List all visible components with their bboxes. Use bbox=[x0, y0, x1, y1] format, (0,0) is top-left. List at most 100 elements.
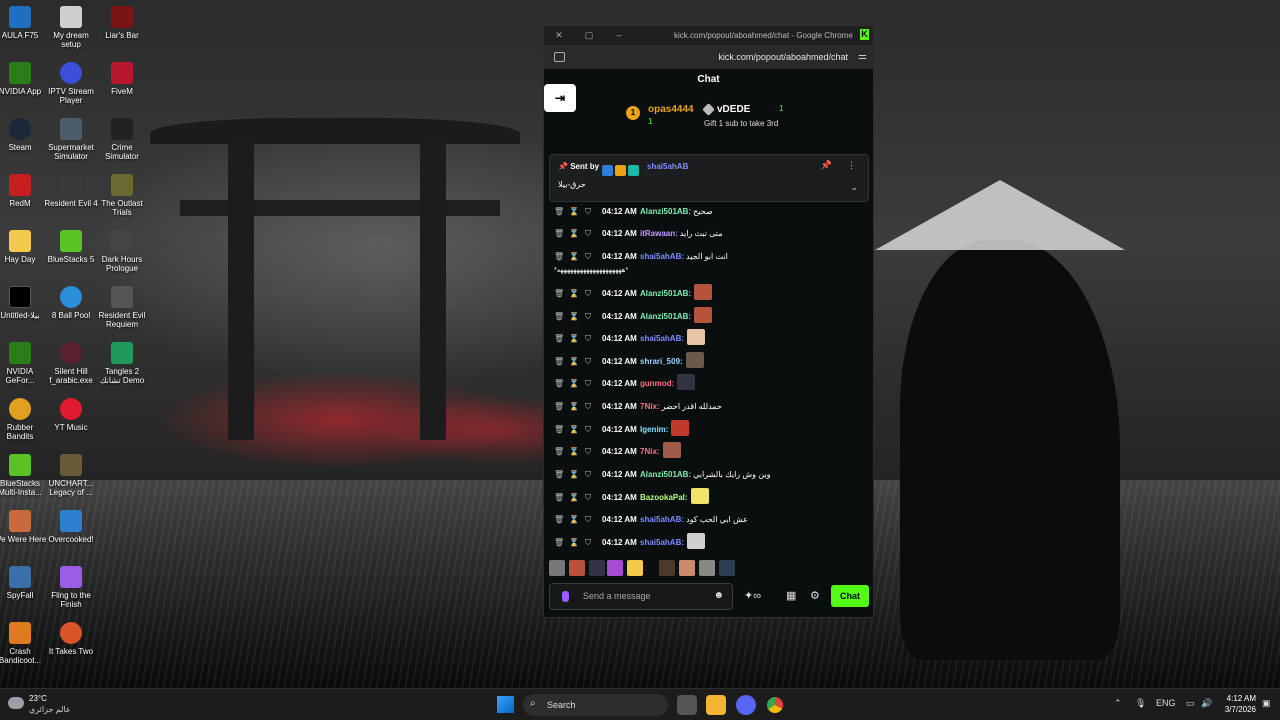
emote-icon[interactable] bbox=[687, 533, 706, 549]
timeout-icon[interactable]: ⌛ bbox=[569, 202, 579, 222]
gift-icon[interactable]: ▦ bbox=[786, 589, 796, 602]
ban-icon[interactable]: ⛉ bbox=[585, 465, 591, 485]
emoji-icon[interactable]: ☻ bbox=[713, 590, 724, 601]
message-composer[interactable]: Send a message ☻ bbox=[549, 583, 733, 610]
ban-icon[interactable]: ⛉ bbox=[585, 352, 591, 372]
desktop-icon[interactable]: Resident Evil 4 bbox=[44, 174, 98, 208]
chat-message[interactable]: 🗑 ⌛ ⛉ 04:12 AM BazookaPal: bbox=[552, 488, 870, 508]
chat-message[interactable]: 🗑 ⌛ ⛉ 04:12 AM shai5ahAB: bbox=[552, 329, 870, 349]
emote-icon[interactable] bbox=[549, 560, 565, 576]
emote-icon[interactable] bbox=[690, 488, 709, 504]
desktop-icon[interactable]: Fling to the Finish bbox=[44, 566, 98, 609]
timeout-icon[interactable]: ⌛ bbox=[569, 442, 579, 462]
delete-icon[interactable]: 🗑 bbox=[554, 307, 564, 327]
message-input[interactable]: Send a message bbox=[583, 591, 651, 601]
desktop-icon[interactable]: Dark Hours Prologue bbox=[95, 230, 149, 273]
desktop-icon[interactable]: My dream setup bbox=[44, 6, 98, 49]
desktop-icon[interactable]: 8 Ball Pool bbox=[44, 286, 98, 320]
kicks-icon[interactable]: ✦∞ bbox=[744, 589, 761, 602]
timeout-icon[interactable]: ⌛ bbox=[569, 247, 579, 267]
emote-icon[interactable] bbox=[589, 560, 605, 576]
desktop-icon[interactable]: Overcooked! bbox=[44, 510, 98, 544]
message-username[interactable]: Alanzi501AB: bbox=[640, 289, 691, 298]
weather-location[interactable]: عالم جزائري bbox=[29, 705, 71, 714]
ban-icon[interactable]: ⛉ bbox=[585, 510, 591, 530]
desktop-icon[interactable]: RedM bbox=[0, 174, 47, 208]
pinned-sender[interactable]: shai5ahAB bbox=[647, 162, 688, 171]
desktop-icon[interactable]: FiveM bbox=[95, 62, 149, 96]
delete-icon[interactable]: 🗑 bbox=[554, 284, 564, 304]
delete-icon[interactable]: 🗑 bbox=[554, 202, 564, 222]
chat-message[interactable]: 🗑 ⌛ ⛉ 04:12 AM itRawaan: متى تبث رايد bbox=[552, 224, 870, 244]
emote-icon[interactable] bbox=[671, 420, 690, 436]
site-info-icon[interactable] bbox=[554, 52, 565, 62]
timeout-icon[interactable]: ⌛ bbox=[569, 224, 579, 244]
chat-message[interactable]: 🗑 ⌛ ⛉ 04:12 AM Alanzi501AB: وين وش رايك بالشر… bbox=[552, 465, 870, 485]
discord-icon[interactable] bbox=[736, 695, 756, 715]
desktop-icon[interactable]: UNCHART... Legacy of ... bbox=[44, 454, 98, 497]
delete-icon[interactable]: 🗑 bbox=[554, 224, 564, 244]
ban-icon[interactable]: ⛉ bbox=[585, 329, 591, 349]
desktop-icon[interactable]: Resident Evil Requiem bbox=[95, 286, 149, 329]
timeout-icon[interactable]: ⌛ bbox=[569, 397, 579, 417]
timeout-icon[interactable]: ⌛ bbox=[569, 488, 579, 508]
emote-icon[interactable] bbox=[694, 307, 713, 323]
desktop-icon[interactable]: We Were Here bbox=[0, 510, 47, 544]
weather-temperature[interactable]: 23°C bbox=[29, 694, 47, 703]
desktop-icon[interactable]: It Takes Two bbox=[44, 622, 98, 656]
delete-icon[interactable]: 🗑 bbox=[554, 397, 564, 417]
message-username[interactable]: shai5ahAB: bbox=[640, 515, 684, 524]
emote-icon[interactable] bbox=[694, 284, 713, 300]
desktop-icon[interactable]: Silent Hill f_arabic.exe bbox=[44, 342, 98, 385]
chevron-up-icon[interactable]: ⌃ bbox=[1114, 698, 1122, 709]
emote-icon[interactable] bbox=[627, 560, 643, 576]
taskbar-search[interactable]: ⌕ Search bbox=[523, 694, 668, 716]
desktop-icon[interactable]: Crash Bandicoot... bbox=[0, 622, 47, 665]
desktop-icon[interactable]: Hay Day bbox=[0, 230, 47, 264]
desktop-icon[interactable]: AULA F75 bbox=[0, 6, 47, 40]
desktop-icon[interactable]: NVIDIA GeFor... bbox=[0, 342, 47, 385]
windows-start-icon[interactable] bbox=[497, 696, 514, 713]
delete-icon[interactable]: 🗑 bbox=[554, 352, 564, 372]
message-username[interactable]: Alanzi501AB: bbox=[640, 470, 691, 479]
message-username[interactable]: Alanzi501AB: bbox=[640, 207, 691, 216]
emote-icon[interactable] bbox=[569, 560, 585, 576]
ban-icon[interactable]: ⛉ bbox=[585, 284, 591, 304]
message-username[interactable]: Igenim: bbox=[640, 425, 668, 434]
message-username[interactable]: itRawaan: bbox=[640, 229, 678, 238]
message-username[interactable]: gunmod: bbox=[640, 379, 674, 388]
message-username[interactable]: 7Nix: bbox=[640, 447, 660, 456]
emote-icon[interactable] bbox=[685, 352, 704, 368]
collapse-chat-button[interactable]: ⇥ bbox=[544, 84, 576, 112]
timeout-icon[interactable]: ⌛ bbox=[569, 307, 579, 327]
send-chat-button[interactable]: Chat bbox=[831, 585, 869, 607]
delete-icon[interactable]: 🗑 bbox=[554, 374, 564, 394]
maximize-icon[interactable]: ▢ bbox=[584, 30, 594, 40]
desktop-icon[interactable]: Untitled-بيلا bbox=[0, 286, 47, 320]
delete-icon[interactable]: 🗑 bbox=[554, 329, 564, 349]
clock-date[interactable]: 3/7/2026 bbox=[1220, 705, 1256, 714]
desktop-icon[interactable]: Supermarket Simulator bbox=[44, 118, 98, 161]
timeout-icon[interactable]: ⌛ bbox=[569, 510, 579, 530]
emote-icon[interactable] bbox=[719, 560, 735, 576]
desktop-icon[interactable]: The Outlast Trials bbox=[95, 174, 149, 217]
message-username[interactable]: 7Nix: bbox=[640, 402, 660, 411]
chat-message-list[interactable]: 🗑 ⌛ ⛉ 04:12 AM Alanzi501AB: صحيح 🗑 ⌛ ⛉ 04:12 AM it… bbox=[552, 202, 870, 554]
message-username[interactable]: shai5ahAB: bbox=[640, 334, 684, 343]
desktop-icon[interactable]: IPTV Stream Player bbox=[44, 62, 98, 105]
chat-message[interactable]: 🗑 ⌛ ⛉ 04:12 AM shai5ahAB: عش ابي الحب كود bbox=[552, 510, 870, 530]
delete-icon[interactable]: 🗑 bbox=[554, 533, 564, 553]
delete-icon[interactable]: 🗑 bbox=[554, 510, 564, 530]
task-view-icon[interactable] bbox=[677, 695, 697, 715]
delete-icon[interactable]: 🗑 bbox=[554, 420, 564, 440]
emote-icon[interactable] bbox=[699, 560, 715, 576]
chat-message[interactable]: 🗑 ⌛ ⛉ 04:12 AM Alanzi501AB: صحيح bbox=[552, 202, 870, 222]
desktop-icon[interactable]: YT Music bbox=[44, 398, 98, 432]
emote-icon[interactable] bbox=[677, 374, 696, 390]
timeout-icon[interactable]: ⌛ bbox=[569, 465, 579, 485]
volume-icon[interactable]: 🔊 bbox=[1201, 698, 1212, 709]
chat-message[interactable]: 🗑 ⌛ ⛉ 04:12 AM 7Nix: حمدلله اقدر احضر bbox=[552, 397, 870, 417]
pin-icon[interactable]: 📌 bbox=[821, 160, 832, 171]
chrome-icon[interactable] bbox=[765, 695, 785, 715]
message-username[interactable]: shrari_509: bbox=[640, 357, 683, 366]
